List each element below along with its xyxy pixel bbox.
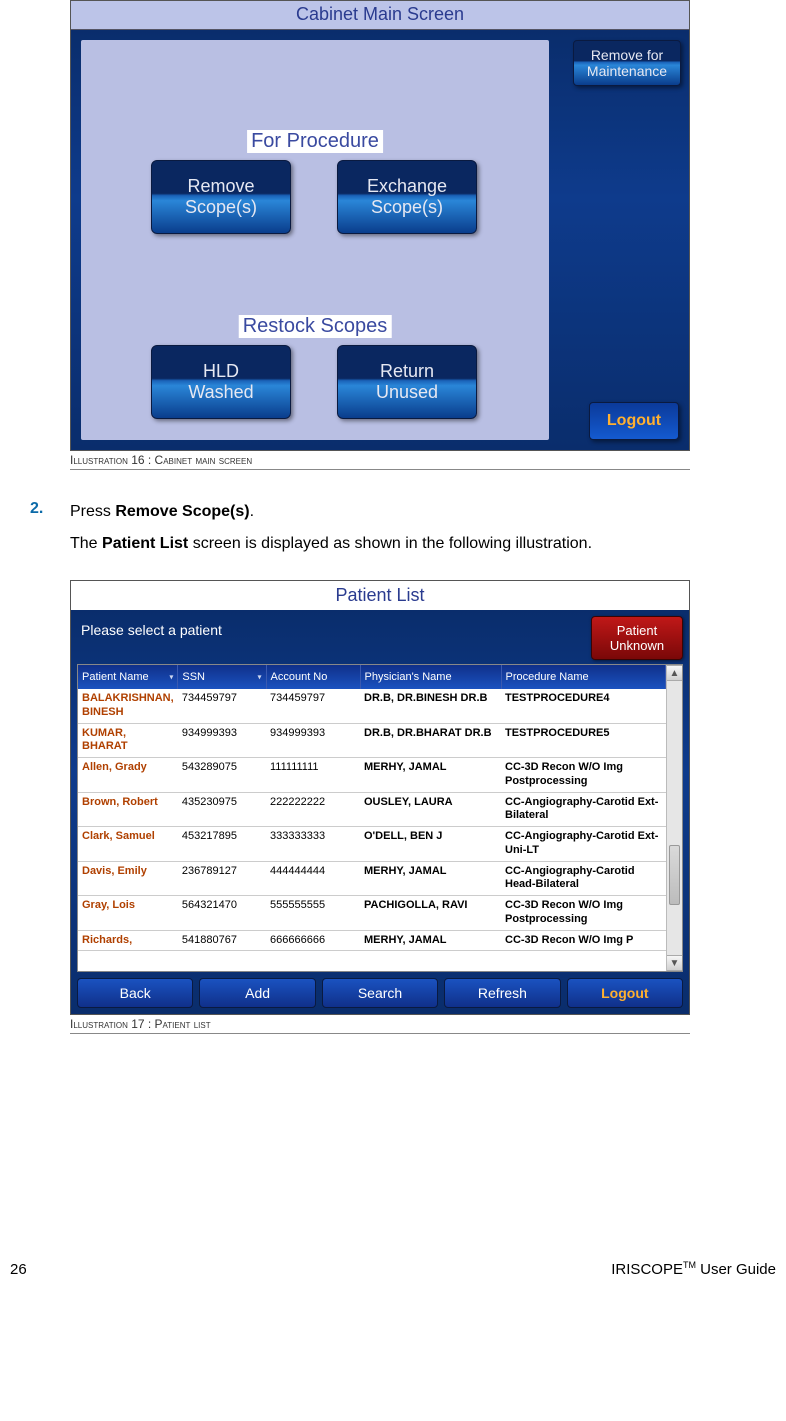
step-2: 2. Press Remove Scope(s). The Patient Li… xyxy=(30,500,756,556)
footer-brand: IRISCOPETM User Guide xyxy=(611,1260,776,1278)
table-row[interactable]: Davis, Emily236789127444444444MERHY, JAM… xyxy=(78,861,666,896)
back-button[interactable]: Back xyxy=(77,978,193,1008)
col-procedure[interactable]: Procedure Name xyxy=(501,665,666,689)
patient-unknown-button[interactable]: Patient Unknown xyxy=(591,616,683,660)
refresh-button[interactable]: Refresh xyxy=(444,978,560,1008)
step-number: 2. xyxy=(30,500,50,556)
scroll-down-icon[interactable]: ▼ xyxy=(667,955,682,971)
table-row[interactable]: BALAKRISHNAN, BINESH734459797734459797DR… xyxy=(78,689,666,723)
illustration-16-caption: Illustration 16 : Cabinet main screen xyxy=(70,453,690,467)
remove-scopes-button[interactable]: Remove Scope(s) xyxy=(151,160,291,234)
cabinet-title: Cabinet Main Screen xyxy=(71,1,689,30)
exchange-scopes-button[interactable]: Exchange Scope(s) xyxy=(337,160,477,234)
illustration-16: Cabinet Main Screen For Procedure Remove… xyxy=(70,0,690,470)
page-footer: 26 IRISCOPETM User Guide xyxy=(0,1260,786,1288)
hld-washed-button[interactable]: HLD Washed xyxy=(151,345,291,419)
logout-button[interactable]: Logout xyxy=(589,402,679,440)
patient-list-title: Patient List xyxy=(71,581,689,610)
pl-logout-button[interactable]: Logout xyxy=(567,978,683,1008)
table-row[interactable]: Allen, Grady543289075111111111MERHY, JAM… xyxy=(78,758,666,793)
return-unused-button[interactable]: Return Unused xyxy=(337,345,477,419)
for-procedure-heading: For Procedure xyxy=(247,130,383,153)
table-row[interactable]: Brown, Robert435230975222222222OUSLEY, L… xyxy=(78,792,666,827)
col-account[interactable]: Account No xyxy=(266,665,360,689)
patient-table: Patient Name SSN Account No Physician's … xyxy=(78,665,666,951)
table-row[interactable]: Clark, Samuel453217895333333333O'DELL, B… xyxy=(78,827,666,862)
search-button[interactable]: Search xyxy=(322,978,438,1008)
col-ssn[interactable]: SSN xyxy=(178,665,266,689)
col-physician[interactable]: Physician's Name xyxy=(360,665,501,689)
table-row[interactable]: KUMAR, BHARAT934999393934999393DR.B, DR.… xyxy=(78,723,666,758)
add-button[interactable]: Add xyxy=(199,978,315,1008)
illustration-17-caption: Illustration 17 : Patient list xyxy=(70,1017,690,1031)
restock-scopes-heading: Restock Scopes xyxy=(239,315,392,338)
patient-list-prompt: Please select a patient xyxy=(77,616,226,644)
table-row[interactable]: Gray, Lois564321470555555555PACHIGOLLA, … xyxy=(78,896,666,931)
illustration-17: Patient List Please select a patient Pat… xyxy=(70,580,690,1034)
page-number: 26 xyxy=(10,1261,27,1278)
table-row[interactable]: Richards,541880767666666666MERHY, JAMALC… xyxy=(78,930,666,951)
scrollbar[interactable]: ▲ ▼ xyxy=(666,665,682,971)
remove-for-maintenance-button[interactable]: Remove for Maintenance xyxy=(573,40,681,86)
col-patient-name[interactable]: Patient Name xyxy=(78,665,178,689)
scroll-up-icon[interactable]: ▲ xyxy=(667,665,682,681)
scroll-thumb[interactable] xyxy=(669,845,680,905)
